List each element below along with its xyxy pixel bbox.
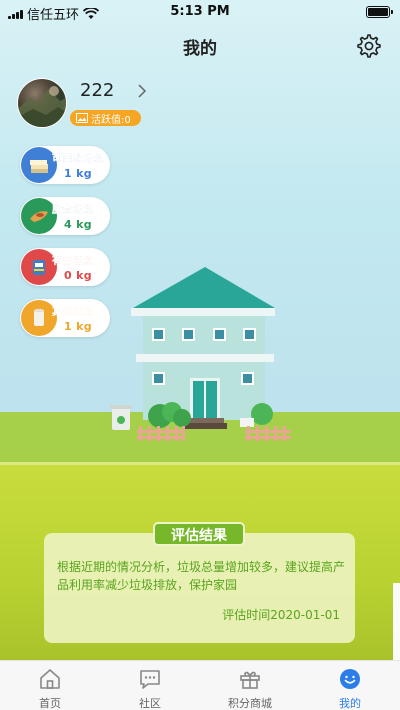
avatar[interactable] <box>17 78 67 128</box>
smiley-icon <box>340 669 360 689</box>
trash-item-kitchen[interactable]: 厨余垃圾 4 kg <box>20 197 110 235</box>
status-time: 5:13 PM <box>170 4 230 19</box>
tab-points-mall[interactable]: 积分商城 <box>210 661 290 710</box>
activity-badge: 活跃值:0 <box>70 110 141 126</box>
tab-community[interactable]: 社区 <box>110 661 190 710</box>
trash-value: 1 kg <box>64 167 92 180</box>
tab-label: 我的 <box>339 697 361 710</box>
gear-icon[interactable] <box>354 32 382 60</box>
activity-label: 活跃值:0 <box>91 114 131 126</box>
side-strip <box>393 583 400 663</box>
gift-icon <box>240 671 260 689</box>
trash-name: 可回收垃圾 <box>52 154 105 165</box>
home-icon <box>40 669 60 689</box>
image-icon <box>76 113 88 123</box>
username[interactable]: 222 <box>80 80 114 101</box>
tab-home[interactable]: 首页 <box>10 661 90 710</box>
tab-label: 首页 <box>39 697 61 710</box>
tab-mine[interactable]: 我的 <box>310 661 390 710</box>
tab-label: 社区 <box>139 697 161 710</box>
avatar-image <box>18 86 66 127</box>
evaluation-text: 根据近期的情况分析，垃圾总量增加较多，建议提高产品利用率减少垃圾排放，保护家园 <box>57 560 346 592</box>
trash-value: 4 kg <box>64 218 92 231</box>
evaluation-title: 评估结果 <box>153 522 245 546</box>
evaluation-time: 评估时间2020-01-01 <box>222 608 340 622</box>
house-illustration <box>110 267 291 441</box>
status-bar: 信任五环 5:13 PM <box>0 0 400 24</box>
trash-item-recyclable[interactable]: 可回收垃圾 1 kg <box>20 146 110 184</box>
page-title: 我的 <box>183 39 217 59</box>
tab-label: 积分商城 <box>228 697 272 710</box>
tab-bar: 首页 社区 积分商城 我的 <box>0 660 400 710</box>
battery-icon <box>366 6 393 18</box>
chevron-right-icon[interactable] <box>136 84 148 98</box>
chat-icon <box>140 670 160 689</box>
trash-name: 厨余垃圾 <box>52 205 94 216</box>
